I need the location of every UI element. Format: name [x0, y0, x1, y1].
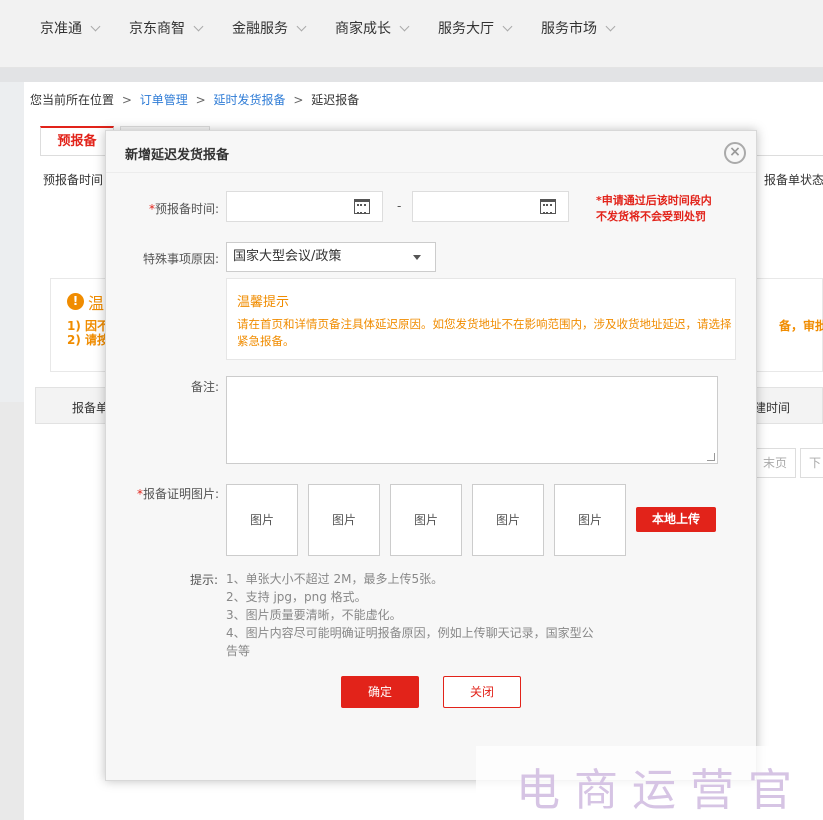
reason-select[interactable]: 国家大型会议/政策 — [226, 242, 436, 272]
chevron-down-icon — [605, 21, 616, 31]
nav-divider — [0, 68, 823, 82]
table-header-report-id: 报备单 — [72, 401, 109, 415]
resize-handle[interactable] — [707, 453, 715, 461]
caret-down-icon — [413, 255, 421, 260]
image-slot[interactable]: 图片 — [226, 484, 298, 556]
end-date-input[interactable] — [412, 191, 569, 222]
warning-line-2: 2) 请按 — [67, 333, 110, 347]
breadcrumb-separator: > — [293, 93, 304, 107]
nav-item-jingzhuntong[interactable]: 京准通 — [40, 18, 101, 38]
image-slot[interactable]: 图片 — [390, 484, 462, 556]
chevron-down-icon — [296, 21, 307, 31]
date-warning-line-2: 不发货将不会受到处罚 — [596, 210, 706, 223]
confirm-button[interactable]: 确定 — [341, 676, 419, 708]
breadcrumb-current: 延迟报备 — [311, 93, 360, 107]
image-slot[interactable]: 图片 — [308, 484, 380, 556]
nav-item-label: 金融服务 — [232, 21, 288, 37]
nav-item-label: 京东商智 — [129, 21, 185, 37]
nav-item-label: 服务市场 — [541, 21, 597, 37]
remark-textarea[interactable] — [226, 376, 718, 464]
date-warning-line-1: *申请通过后该时间段内 — [596, 194, 712, 207]
nav-item-finance[interactable]: 金融服务 — [232, 18, 307, 38]
breadcrumb-link-orders[interactable]: 订单管理 — [140, 93, 188, 107]
breadcrumb-link-delay-report[interactable]: 延时发货报备 — [213, 93, 285, 107]
breadcrumb-separator: > — [121, 93, 132, 107]
local-upload-button[interactable]: 本地上传 — [636, 507, 716, 532]
proof-images-label: *报备证明图片: — [137, 485, 219, 502]
hint-line: 4、图片内容尽可能明确证明报备原因，例如上传聊天记录，国家型公告等 — [226, 626, 594, 658]
warning-icon: ! — [67, 293, 84, 310]
top-navigation: 京准通 京东商智 金融服务 商家成长 服务大厅 服务市场 — [0, 0, 823, 68]
start-date-input[interactable] — [226, 191, 383, 222]
close-icon[interactable]: × — [724, 142, 746, 164]
nav-item-label: 服务大厅 — [438, 21, 494, 37]
calendar-icon[interactable] — [540, 199, 556, 214]
date-range-label-text: 预报备时间: — [154, 202, 219, 216]
reason-select-value: 国家大型会议/政策 — [233, 249, 342, 264]
tip-panel: 温馨提示 请在首页和详情页备注具体延迟原因。如您发货地址不在影响范围内，涉及收货… — [226, 278, 736, 360]
tip-text: 请在首页和详情页备注具体延迟原因。如您发货地址不在影响范围内，涉及收货地址延迟，… — [237, 317, 732, 348]
left-gutter — [0, 402, 24, 820]
tab-pre-report[interactable]: 预报备 — [40, 126, 114, 156]
warning-title: 温 — [88, 294, 105, 313]
breadcrumb-prefix: 您当前所在位置 — [30, 93, 115, 107]
filter-label-time: 预报备时间 — [43, 173, 104, 187]
table-header-create-time: 建时间 — [754, 401, 791, 415]
nav-item-service-market[interactable]: 服务市场 — [541, 18, 616, 38]
nav-item-service-hall[interactable]: 服务大厅 — [438, 18, 513, 38]
modal-title: 新增延迟发货报备 — [125, 148, 230, 163]
image-slot[interactable]: 图片 — [472, 484, 544, 556]
nav-item-label: 商家成长 — [335, 21, 391, 37]
hints-list: 1、单张大小不超过 2M，最多上传5张。 2、支持 jpg，png 格式。 3、… — [226, 570, 601, 660]
calendar-icon[interactable] — [354, 199, 370, 214]
breadcrumb-separator: > — [195, 93, 206, 107]
date-separator: - — [397, 199, 402, 213]
tip-title: 温馨提示 — [237, 295, 290, 310]
hints-label: 提示: — [190, 573, 219, 587]
proof-images-label-text: 报备证明图片: — [142, 487, 219, 501]
watermark: 电商运营官 — [476, 746, 823, 820]
warning-line-1-tail: 备，审批通过 — [779, 319, 823, 333]
breadcrumb: 您当前所在位置 > 订单管理 > 延时发货报备 > 延迟报备 — [30, 91, 359, 108]
pagination-next-button[interactable]: 下 — [800, 448, 823, 478]
chevron-down-icon — [193, 21, 204, 31]
hint-line: 2、支持 jpg，png 格式。 — [226, 590, 367, 604]
hint-line: 3、图片质量要清晰，不能虚化。 — [226, 608, 402, 622]
filter-label-status: 报备单状态 — [764, 173, 823, 187]
chevron-down-icon — [90, 21, 101, 31]
nav-item-label: 京准通 — [40, 21, 82, 37]
reason-label: 特殊事项原因: — [142, 252, 219, 266]
date-range-label: *预报备时间: — [149, 200, 219, 217]
chevron-down-icon — [502, 21, 513, 31]
close-button[interactable]: 关闭 — [443, 676, 521, 708]
add-delay-report-modal: 新增延迟发货报备 × *预报备时间: - *申请通过后该时间段内 不发货将不会受… — [105, 130, 757, 781]
nav-item-shangzhi[interactable]: 京东商智 — [129, 18, 204, 38]
hint-line: 1、单张大小不超过 2M，最多上传5张。 — [226, 572, 444, 586]
chevron-down-icon — [399, 21, 410, 31]
watermark-text: 电商运营官 — [516, 765, 806, 816]
pagination-last-button[interactable]: 末页 — [754, 448, 796, 478]
date-warning: *申请通过后该时间段内 不发货将不会受到处罚 — [596, 193, 712, 225]
modal-body: *预报备时间: - *申请通过后该时间段内 不发货将不会受到处罚 特殊事项原因:… — [106, 173, 756, 780]
remark-label: 备注: — [190, 380, 219, 394]
nav-item-growth[interactable]: 商家成长 — [335, 18, 410, 38]
modal-header: 新增延迟发货报备 × — [106, 131, 756, 173]
image-slot[interactable]: 图片 — [554, 484, 626, 556]
